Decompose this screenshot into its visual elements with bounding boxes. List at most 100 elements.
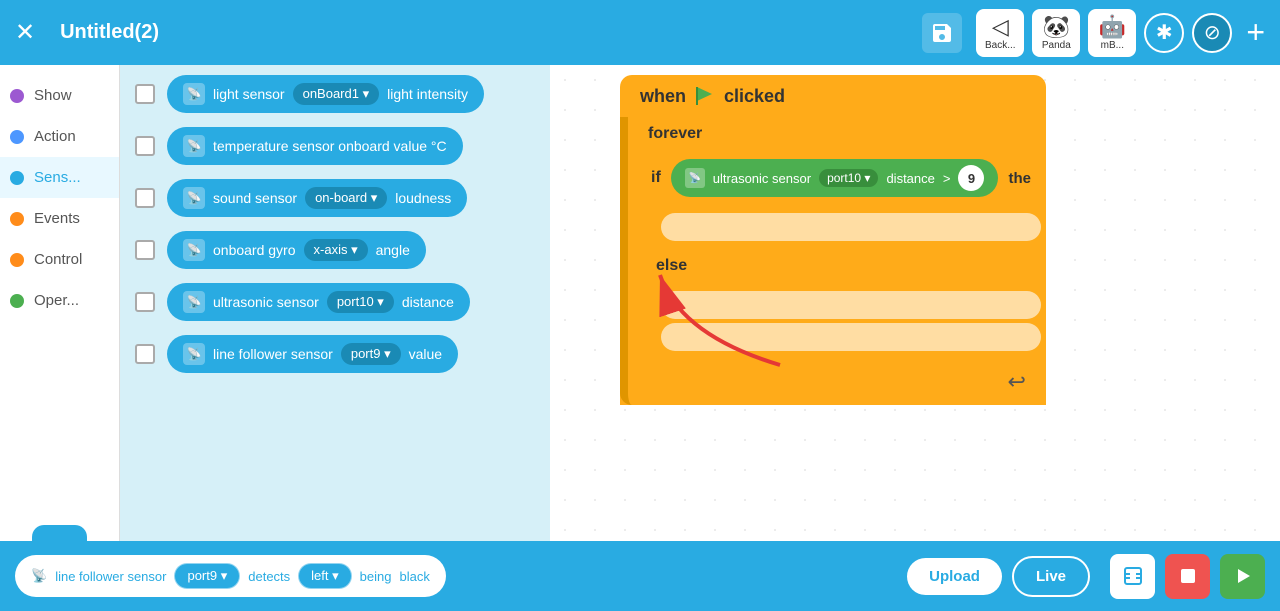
sidebar-item-sensors[interactable]: Sens... [0, 157, 119, 198]
condition-property: distance [886, 171, 934, 186]
else-label: else [656, 257, 687, 274]
bluetooth-icon: ✱ [1156, 20, 1173, 45]
bottom-line-follower-block[interactable]: 📡 line follower sensor port9 ▾ detects l… [15, 555, 446, 597]
light-sensor-checkbox[interactable] [135, 84, 155, 104]
sensor-icon: 📡 [183, 291, 205, 313]
mb-label: mB... [1101, 40, 1124, 51]
show-dot [10, 89, 24, 103]
when-clicked-block[interactable]: when clicked [620, 75, 1046, 117]
else-slot2 [661, 323, 1041, 351]
ultrasonic-port-dropdown[interactable]: port10 ▾ [327, 291, 394, 313]
settings-button[interactable]: ⊘ [1192, 13, 1232, 53]
light-sensor-block[interactable]: 📡 light sensor onBoard1 ▾ light intensit… [167, 75, 484, 113]
sound-sensor-block[interactable]: 📡 sound sensor on-board ▾ loudness [167, 179, 467, 217]
if-label: if [651, 169, 661, 187]
bluetooth-button[interactable]: ✱ [1144, 13, 1184, 53]
save-button[interactable] [922, 13, 962, 53]
condition-port-dropdown[interactable]: port10 ▾ [819, 169, 878, 187]
flag-icon [694, 85, 716, 107]
ultrasonic-sensor-block[interactable]: 📡 ultrasonic sensor port10 ▾ distance [167, 283, 470, 321]
close-button[interactable]: ✕ [15, 18, 35, 47]
ultrasonic-sensor-checkbox[interactable] [135, 292, 155, 312]
sidebar-label-action: Action [34, 128, 76, 145]
live-button[interactable]: Live [1012, 556, 1090, 597]
condition-block[interactable]: 📡 ultrasonic sensor port10 ▾ distance > … [671, 159, 999, 197]
sound-sensor-value: loudness [395, 190, 451, 206]
bottom-color-label: black [399, 569, 429, 584]
list-item: 📡 light sensor onBoard1 ▾ light intensit… [135, 75, 535, 113]
play-button[interactable] [1220, 554, 1265, 599]
line-follower-checkbox[interactable] [135, 344, 155, 364]
sidebar-item-events[interactable]: Events [0, 198, 119, 239]
settings-icon: ⊘ [1204, 20, 1221, 45]
sound-sensor-port-dropdown[interactable]: on-board ▾ [305, 187, 387, 209]
add-button[interactable]: + [1246, 14, 1265, 51]
then-label: the [1008, 170, 1031, 187]
sound-sensor-label: sound sensor [213, 190, 297, 206]
else-body [636, 283, 1046, 359]
line-follower-sensor-label: line follower sensor [213, 346, 333, 362]
panda-label: Panda [1042, 40, 1071, 51]
bottom-port-dropdown[interactable]: port9 ▾ [174, 563, 240, 589]
robot-icon: 🤖 [1099, 14, 1126, 40]
stop-button[interactable] [1165, 554, 1210, 599]
sidebar-item-operators[interactable]: Oper... [0, 280, 119, 321]
sensor-icon: 📡 [183, 343, 205, 365]
ultrasonic-condition-icon: 📡 [685, 168, 705, 188]
list-item: 📡 onboard gyro x-axis ▾ angle [135, 231, 535, 269]
bottom-sensor-icon: 📡 [31, 568, 47, 584]
gyro-sensor-label: onboard gyro [213, 242, 296, 258]
line-follower-port-dropdown[interactable]: port9 ▾ [341, 343, 401, 365]
sidebar-label-events: Events [34, 210, 80, 227]
bottom-sensor-label: line follower sensor [55, 569, 166, 584]
control-buttons [1110, 554, 1265, 599]
sidebar: Show Action Sens... Events Control Oper.… [0, 65, 120, 611]
sensors-dot [10, 171, 24, 185]
list-item: 📡 temperature sensor onboard value °C [135, 127, 535, 165]
gyro-sensor-value: angle [376, 242, 410, 258]
back-button[interactable]: ◁ Back... [976, 9, 1024, 57]
ultrasonic-sensor-value: distance [402, 294, 454, 310]
bottom-direction-dropdown[interactable]: left ▾ [298, 563, 351, 589]
line-follower-sensor-block[interactable]: 📡 line follower sensor port9 ▾ value [167, 335, 458, 373]
panda-icon: 🐼 [1043, 14, 1070, 40]
sidebar-label-control: Control [34, 251, 82, 268]
light-sensor-value: light intensity [387, 86, 468, 102]
list-item: 📡 ultrasonic sensor port10 ▾ distance [135, 283, 535, 321]
sidebar-item-show[interactable]: Show [0, 75, 119, 116]
mb-button[interactable]: 🤖 mB... [1088, 9, 1136, 57]
events-dot [10, 212, 24, 226]
else-block[interactable]: else [636, 249, 1046, 283]
condition-value[interactable]: 9 [958, 165, 984, 191]
sidebar-item-control[interactable]: Control [0, 239, 119, 280]
sidebar-label-operators: Oper... [34, 292, 79, 309]
panda-button[interactable]: 🐼 Panda [1032, 9, 1080, 57]
line-follower-sensor-value: value [409, 346, 442, 362]
forever-block[interactable]: forever [620, 117, 1046, 151]
temp-sensor-block[interactable]: 📡 temperature sensor onboard value °C [167, 127, 463, 165]
code-canvas: when clicked forever if 📡 [550, 65, 1280, 541]
sensor-icon: 📡 [183, 187, 205, 209]
sidebar-item-action[interactable]: Action [0, 116, 119, 157]
gyro-sensor-checkbox[interactable] [135, 240, 155, 260]
gyro-sensor-block[interactable]: 📡 onboard gyro x-axis ▾ angle [167, 231, 426, 269]
sound-sensor-checkbox[interactable] [135, 188, 155, 208]
header: ✕ Untitled(2) ◁ Back... 🐼 Panda 🤖 mB... … [0, 0, 1280, 65]
sensor-icon: 📡 [183, 135, 205, 157]
fit-screen-button[interactable] [1110, 554, 1155, 599]
forever-label: forever [648, 125, 702, 142]
if-slot [661, 213, 1041, 241]
upload-button[interactable]: Upload [907, 558, 1002, 595]
action-dot [10, 130, 24, 144]
temp-sensor-label: temperature sensor onboard value °C [213, 138, 447, 154]
sensor-icon: 📡 [183, 239, 205, 261]
gyro-axis-dropdown[interactable]: x-axis ▾ [304, 239, 368, 261]
control-dot [10, 253, 24, 267]
temp-sensor-checkbox[interactable] [135, 136, 155, 156]
back-label: Back... [985, 40, 1016, 51]
light-sensor-port-dropdown[interactable]: onBoard1 ▾ [293, 83, 380, 105]
light-sensor-label: light sensor [213, 86, 285, 102]
ultrasonic-sensor-label: ultrasonic sensor [213, 294, 319, 310]
if-block-header[interactable]: if 📡 ultrasonic sensor port10 ▾ distance… [636, 151, 1046, 205]
bottom-bar: 📡 line follower sensor port9 ▾ detects l… [0, 541, 1280, 611]
